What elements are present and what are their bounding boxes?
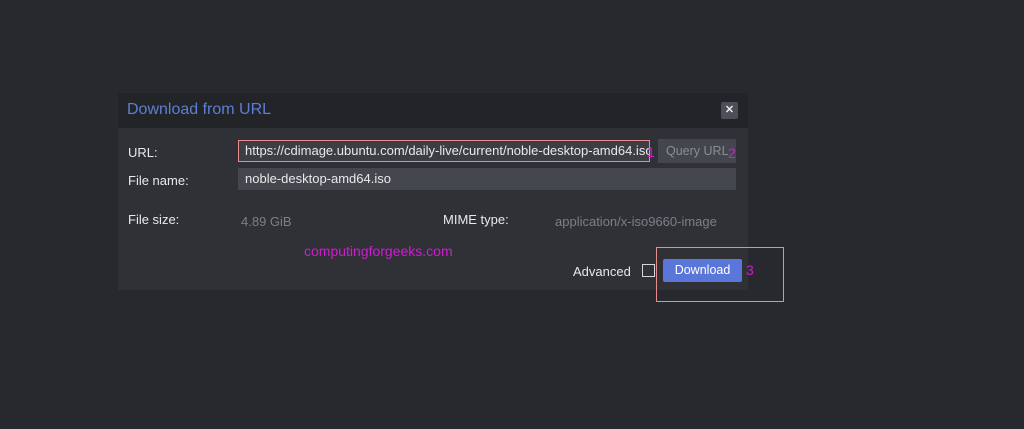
url-label: URL: [128,145,158,160]
advanced-checkbox[interactable] [642,264,655,277]
step-marker-1: 1 [647,144,655,160]
mime-type-value: application/x-iso9660-image [555,214,717,229]
mime-type-label: MIME type: [443,212,509,227]
filename-input[interactable]: noble-desktop-amd64.iso [238,168,736,190]
filename-label: File name: [128,173,189,188]
watermark-text: computingforgeeks.com [304,243,453,259]
dialog-title: Download from URL [127,101,272,118]
close-icon: ✕ [724,104,735,116]
step-marker-3: 3 [746,262,754,278]
query-url-button[interactable]: Query URL [658,139,736,163]
dialog-header: Download from URL ✕ [118,93,748,128]
step-marker-2: 2 [728,145,736,161]
advanced-label: Advanced [573,264,631,279]
download-highlight-box [656,247,784,302]
close-button[interactable]: ✕ [721,102,738,119]
download-dialog: Download from URL ✕ URL: https://cdimage… [118,93,748,290]
url-input[interactable]: https://cdimage.ubuntu.com/daily-live/cu… [238,140,650,162]
filesize-value: 4.89 GiB [241,214,292,229]
filesize-label: File size: [128,212,180,227]
